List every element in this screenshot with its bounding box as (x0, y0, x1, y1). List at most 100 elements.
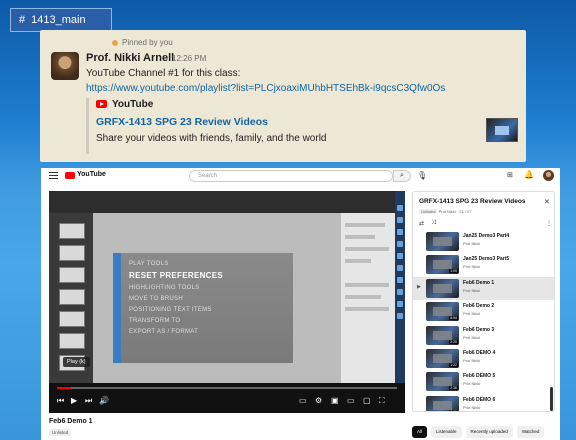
player-controls: ⏮ ▶ ⏭ 🔊 ▭ ⚙ ▣ ▭ ▢ ⛶ (49, 391, 405, 413)
playlist-item-author: Prof Nikki (463, 241, 481, 246)
playlist-item-title: Jan25 Demo3 Part4 (463, 233, 510, 239)
next-icon[interactable]: ⏭ (85, 396, 92, 406)
slide-thumbnail (59, 223, 85, 239)
search-icon: ⌕ (400, 172, 404, 179)
filter-chip[interactable]: Listenable (431, 426, 462, 438)
slide-line: EXPORT AS / FORMAT (129, 329, 199, 335)
inspector-row (345, 283, 389, 287)
playlist-items: Jan25 Demo3 Part4 Prof Nikki 1:09 Jan25 Dem… (413, 230, 554, 411)
mac-dock (395, 191, 405, 383)
channel-tag[interactable]: # 1413_main (10, 8, 112, 32)
playlist-item-title: Feb6 Demo 2 (463, 303, 495, 310)
playlist-item-thumbnail[interactable]: 1:22 (426, 348, 459, 368)
playlist-item[interactable]: 8:54 Feb6 Demo 2 Prof Nikki (413, 300, 554, 323)
filter-chip[interactable]: Recently uploaded (465, 426, 513, 438)
subtitles-icon[interactable]: ▭ (299, 396, 307, 405)
dock-app-icon (397, 301, 403, 307)
loop-icon[interactable]: ⇄ (419, 220, 424, 227)
playlist-item-author: Prof Nikki (463, 311, 481, 317)
playlist-title[interactable]: GRFX-1413 SPG 23 Review Videos (419, 198, 525, 205)
playlist-item-title: Feb6 DEMO 4 (463, 349, 496, 356)
slide-line: HIGHLIGHTING TOOLS (129, 285, 200, 291)
playlist-item-thumbnail[interactable]: 2:20 (426, 325, 459, 345)
unfurl-source: YouTube (112, 99, 154, 110)
inspector-row (345, 235, 375, 239)
playlist-item-title: Feb6 DEMO 6 (463, 396, 496, 403)
slide-thumbnail (59, 333, 85, 349)
search-input[interactable]: Search (189, 170, 393, 182)
close-icon[interactable]: ✕ (544, 198, 550, 206)
playlist-item-thumbnail[interactable]: 2:36 (426, 372, 459, 392)
pinned-label: Pinned by you (122, 38, 173, 47)
author-name[interactable]: Prof. Nikki Arnell (86, 52, 174, 64)
playlist-item[interactable]: 2:20 Feb6 Demo 3 Prof Nikki (413, 324, 554, 347)
slide-line: PLAY TOOLS (129, 261, 169, 267)
slack-pinned-message: Pinned by you Prof. Nikki Arnell 12:26 P… (40, 30, 526, 162)
playlist-link[interactable]: https://www.youtube.com/playlist?list=PL… (86, 83, 445, 94)
create-icon[interactable]: ⊞ (507, 171, 513, 179)
playlist-scrollbar[interactable] (550, 387, 553, 411)
playlist-item-thumbnail[interactable] (426, 232, 459, 251)
playlist-item-author: Prof Nikki (463, 381, 481, 387)
playlist-item-duration: 2:36 (449, 386, 458, 391)
playlist-item[interactable]: 2:36 Feb6 DEMO 5 Prof Nikki (413, 370, 554, 393)
playlist-item-thumbnail[interactable]: 3:16 (426, 395, 459, 411)
playlist-item[interactable]: 1:22 Feb6 DEMO 4 Prof Nikki (413, 347, 554, 370)
playlist-item-duration: 1:09 (449, 269, 458, 274)
playlist-badge: Unlisted (419, 209, 438, 214)
author-avatar[interactable] (51, 52, 79, 80)
playlist-item-author: Prof Nikki (463, 287, 481, 293)
playlist-item[interactable]: 3:16 Feb6 DEMO 6 Prof Nikki (413, 394, 554, 411)
playlist-item-author: Prof Nikki (463, 357, 481, 363)
play-tooltip: Play (k) (63, 357, 90, 367)
dock-app-icon (397, 277, 403, 283)
more-options-icon[interactable]: ⋮ (546, 220, 552, 227)
playlist-item-thumbnail[interactable]: 8:54 (426, 302, 459, 322)
playlist-item-author: Prof Nikki (463, 334, 481, 340)
playlist-item-index: ▶ (417, 283, 421, 290)
pinned-indicator: Pinned by you (112, 38, 173, 47)
playlist-item-duration: 2:20 (449, 339, 458, 344)
playlist-item[interactable]: 1:09 Jan25 Demo3 Part5 Prof Nikki (413, 253, 554, 276)
microphone-icon[interactable]: 🎙 (417, 171, 427, 180)
playlist-item-thumbnail[interactable]: 1:09 (426, 255, 459, 275)
playlist-item[interactable]: Jan25 Demo3 Part4 Prof Nikki (413, 230, 554, 253)
filter-chip[interactable]: Watched (516, 426, 545, 438)
hamburger-menu-icon[interactable] (49, 172, 58, 179)
video-player[interactable]: PLAY TOOLS RESET PREFERENCES HIGHLIGHTIN… (49, 191, 405, 413)
slide-accent-bar (113, 253, 121, 363)
keynote-inspector (341, 213, 395, 383)
playlist-item-thumbnail[interactable] (426, 278, 459, 298)
fullscreen-icon[interactable]: ⛶ (379, 396, 385, 406)
youtube-logo-text[interactable]: YouTube (77, 171, 106, 178)
shuffle-icon[interactable]: ⤨ (431, 220, 436, 227)
video-title: Feb6 Demo 1 (49, 418, 93, 425)
playlist-item-title: Jan25 Demo3 Part5 (463, 256, 510, 263)
youtube-logo-icon (96, 100, 107, 108)
search-button[interactable]: ⌕ (393, 170, 411, 182)
dock-app-icon (397, 229, 403, 235)
previous-icon[interactable]: ⏮ (57, 396, 64, 406)
volume-icon[interactable]: 🔊 (99, 396, 109, 405)
notifications-bell-icon[interactable]: 🔔 (524, 170, 534, 179)
dock-app-icon (397, 241, 403, 247)
message-text: YouTube Channel #1 for this class: (86, 68, 241, 79)
unfurl-thumbnail[interactable] (486, 118, 518, 142)
progress-fill (57, 387, 71, 389)
play-icon[interactable]: ▶ (71, 396, 77, 405)
inspector-row (345, 259, 371, 263)
user-avatar[interactable] (543, 170, 554, 181)
pin-icon (112, 39, 118, 46)
progress-bar[interactable] (57, 387, 397, 389)
theater-mode-icon[interactable]: ▭ (347, 396, 355, 405)
slide-thumbnail (59, 245, 85, 261)
filter-chip[interactable]: All (412, 426, 428, 438)
youtube-logo-icon[interactable] (65, 172, 75, 179)
unfurl-title[interactable]: GRFX-1413 SPG 23 Review Videos (96, 116, 268, 128)
cast-icon[interactable]: ▢ (363, 396, 371, 405)
message-time[interactable]: 12:26 PM (172, 54, 206, 63)
miniplayer-icon[interactable]: ▣ (331, 396, 339, 405)
playlist-item[interactable]: ▶ Feb6 Demo 1 Prof Nikki (413, 276, 554, 301)
playlist-meta: Unlisted Prof Nikki · 21 / 27 (419, 209, 471, 214)
settings-gear-icon[interactable]: ⚙ (315, 396, 322, 405)
